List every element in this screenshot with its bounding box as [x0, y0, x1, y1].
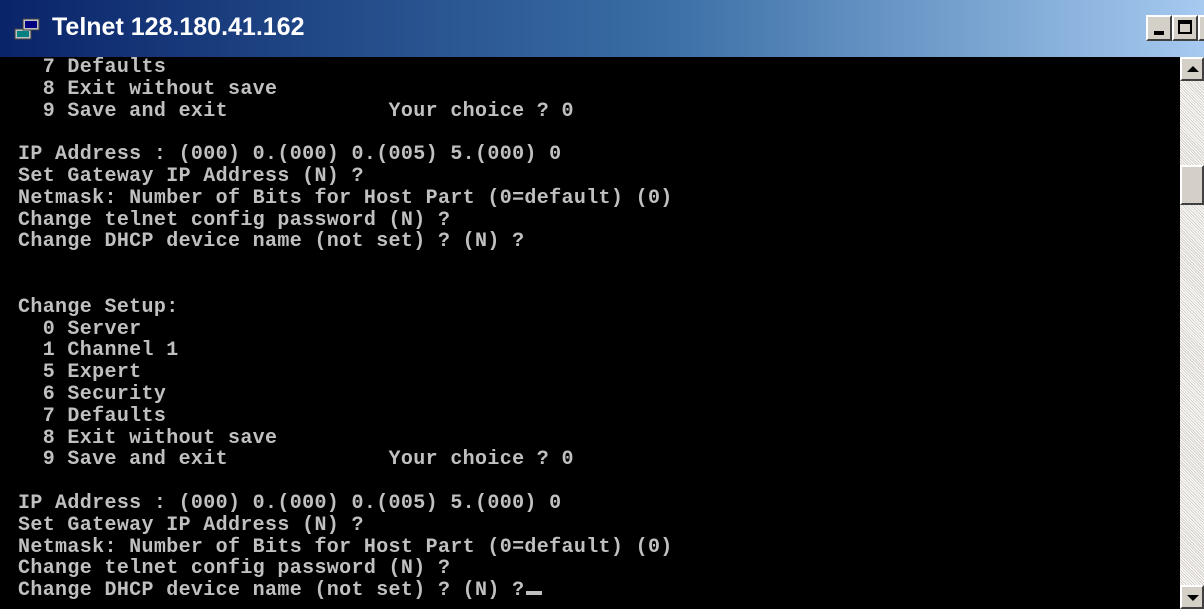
console-line: Change telnet config password (N) ? [18, 208, 451, 232]
console-line: Change Setup: [18, 295, 179, 319]
console-line: 7 Defaults [18, 57, 167, 79]
maximize-button[interactable] [1172, 15, 1198, 41]
console-output-area[interactable]: 7 Defaults 8 Exit without save 9 Save an… [0, 57, 1180, 609]
console-prompt-line: Change DHCP device name (not set) ? (N) … [18, 579, 525, 603]
console-line: IP Address : (000) 0.(000) 0.(005) 5.(00… [18, 143, 562, 167]
console-line: 9 Save and exit Your choice ? 0 [18, 99, 574, 123]
console-line: IP Address : (000) 0.(000) 0.(005) 5.(00… [18, 491, 562, 515]
telnet-computer-icon[interactable] [14, 18, 40, 40]
scroll-down-button[interactable] [1180, 585, 1204, 609]
scroll-up-button[interactable] [1180, 57, 1204, 81]
vertical-scrollbar[interactable] [1180, 57, 1204, 609]
console-line: 1 Channel 1 [18, 339, 179, 363]
console-line: Netmask: Number of Bits for Host Part (0… [18, 535, 673, 559]
console-line: 9 Save and exit Your choice ? 0 [18, 448, 574, 472]
console-line: 5 Expert [18, 361, 142, 385]
telnet-window: Telnet 128.180.41.162 7 Defaults 8 Exit … [0, 0, 1204, 609]
console-line: Set Gateway IP Address (N) ? [18, 164, 364, 188]
console-line: 8 Exit without save [18, 426, 278, 450]
console-line: Change DHCP device name (not set) ? (N) … [18, 230, 525, 254]
console-text: 7 Defaults 8 Exit without save 9 Save an… [18, 57, 673, 602]
console-line: 7 Defaults [18, 404, 167, 428]
title-bar[interactable]: Telnet 128.180.41.162 [0, 0, 1204, 57]
minimize-button[interactable] [1146, 15, 1172, 41]
scroll-thumb[interactable] [1180, 165, 1204, 205]
console-line: Change telnet config password (N) ? [18, 557, 451, 581]
console-line: Netmask: Number of Bits for Host Part (0… [18, 186, 673, 210]
console-line: Set Gateway IP Address (N) ? [18, 513, 364, 537]
console-line: 0 Server [18, 317, 142, 341]
console-line: 8 Exit without save [18, 77, 278, 101]
window-title: Telnet 128.180.41.162 [52, 13, 305, 41]
console-lines: 7 Defaults 8 Exit without save 9 Save an… [18, 57, 673, 580]
close-button[interactable] [1198, 15, 1204, 41]
text-cursor [526, 591, 543, 596]
console-line: 6 Security [18, 382, 167, 406]
